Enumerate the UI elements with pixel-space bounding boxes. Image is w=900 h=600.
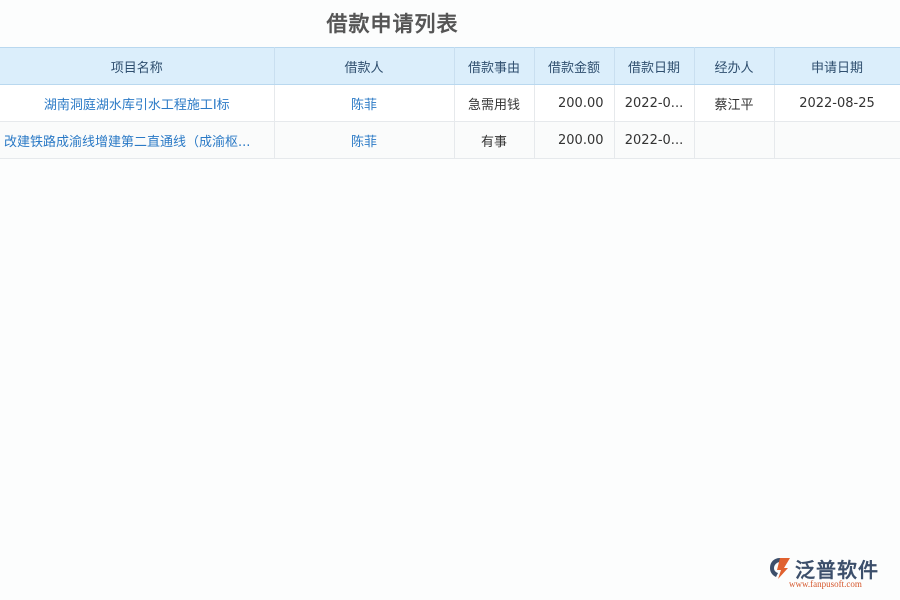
column-header-reason[interactable]: 借款事由 [454, 48, 534, 85]
column-header-amount[interactable]: 借款金额 [534, 48, 614, 85]
column-header-loan-date[interactable]: 借款日期 [614, 48, 694, 85]
handler-cell [694, 122, 774, 159]
brand-url: www.fanpusoft.com [789, 579, 862, 589]
handler-cell: 蔡江平 [694, 85, 774, 122]
loan-application-table: 项目名称 借款人 借款事由 借款金额 借款日期 经办人 申请日期 湖南洞庭湖水库… [0, 47, 900, 159]
apply-date-cell: 2022-08-25 [774, 85, 900, 122]
brand-logo: 泛普软件 www.fanpusoft.com [768, 554, 892, 588]
borrower-link[interactable]: 陈菲 [274, 85, 454, 122]
fanpu-logo-icon [768, 556, 792, 580]
column-header-handler[interactable]: 经办人 [694, 48, 774, 85]
project-name-link[interactable]: 湖南洞庭湖水库引水工程施工I标 [0, 85, 274, 122]
column-header-apply-date[interactable]: 申请日期 [774, 48, 900, 85]
borrower-link[interactable]: 陈菲 [274, 122, 454, 159]
loan-reason-cell: 急需用钱 [454, 85, 534, 122]
table-row[interactable]: 改建铁路成渝线增建第二直通线（成渝枢... 陈菲 有事 200.00 2022-… [0, 122, 900, 159]
loan-date-cell: 2022-0... [614, 85, 694, 122]
page-title: 借款申请列表 [0, 8, 785, 38]
loan-amount-cell: 200.00 [534, 122, 614, 159]
apply-date-cell [774, 122, 900, 159]
table-row[interactable]: 湖南洞庭湖水库引水工程施工I标 陈菲 急需用钱 200.00 2022-0...… [0, 85, 900, 122]
page: 借款申请列表 项目名称 借款人 借款事由 借款金额 借款日期 经办人 申请日期 [0, 0, 900, 600]
loan-amount-cell: 200.00 [534, 85, 614, 122]
loan-reason-cell: 有事 [454, 122, 534, 159]
column-header-borrower[interactable]: 借款人 [274, 48, 454, 85]
table-header-row: 项目名称 借款人 借款事由 借款金额 借款日期 经办人 申请日期 [0, 48, 900, 85]
column-header-project[interactable]: 项目名称 [0, 48, 274, 85]
project-name-link[interactable]: 改建铁路成渝线增建第二直通线（成渝枢... [0, 122, 274, 159]
loan-date-cell: 2022-0... [614, 122, 694, 159]
